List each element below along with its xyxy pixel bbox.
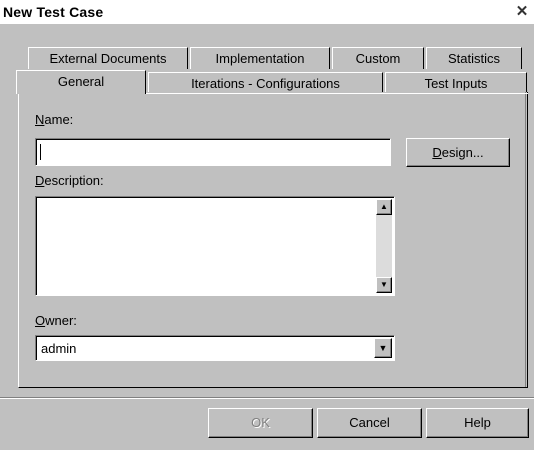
- tab-iterations-configurations[interactable]: Iterations - Configurations: [148, 72, 383, 94]
- tab-custom[interactable]: Custom: [332, 47, 424, 69]
- tab-test-inputs[interactable]: Test Inputs: [385, 72, 527, 94]
- tab-label: General: [57, 74, 105, 89]
- tab-label: External Documents: [49, 51, 167, 66]
- tab-label: Custom: [355, 51, 401, 66]
- design-button[interactable]: Design...: [406, 138, 510, 167]
- tab-statistics[interactable]: Statistics: [426, 47, 522, 69]
- cancel-button[interactable]: Cancel: [317, 408, 422, 438]
- description-textarea[interactable]: ▲ ▼: [35, 196, 395, 296]
- text-caret: [40, 144, 41, 160]
- owner-value: admin: [41, 341, 77, 356]
- tab-label: Implementation: [215, 51, 305, 66]
- title-bar: New Test Case ✕: [0, 0, 534, 24]
- tab-label: Statistics: [447, 51, 500, 66]
- owner-label: Owner:: [35, 313, 77, 328]
- owner-select[interactable]: admin ▼: [35, 335, 395, 361]
- tab-label: Iterations - Configurations: [191, 76, 340, 91]
- tab-external-documents[interactable]: External Documents: [28, 47, 188, 69]
- footer-separator: [0, 397, 534, 399]
- window-title: New Test Case: [3, 4, 104, 20]
- tab-general[interactable]: General: [16, 70, 146, 94]
- tab-implementation[interactable]: Implementation: [190, 47, 330, 69]
- scroll-up-icon[interactable]: ▲: [376, 199, 392, 215]
- name-label: Name:: [35, 112, 74, 127]
- chevron-down-icon[interactable]: ▼: [374, 338, 392, 358]
- ok-button[interactable]: OK: [208, 408, 313, 438]
- scroll-down-icon[interactable]: ▼: [376, 277, 392, 293]
- close-icon[interactable]: ✕: [514, 4, 530, 20]
- description-scrollbar[interactable]: ▲ ▼: [376, 199, 392, 293]
- description-label: Description:: [35, 173, 104, 188]
- help-button[interactable]: Help: [426, 408, 529, 438]
- tab-label: Test Inputs: [424, 76, 488, 91]
- name-field[interactable]: [35, 138, 391, 166]
